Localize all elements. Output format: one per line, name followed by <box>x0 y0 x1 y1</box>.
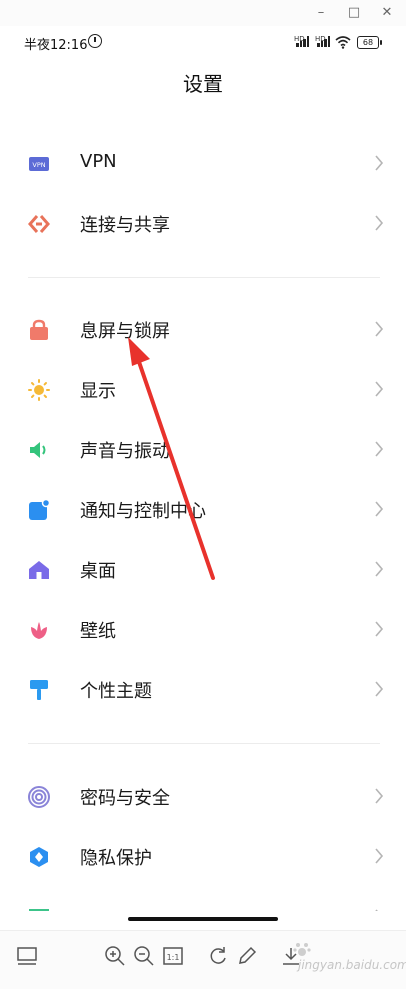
home-icon <box>29 561 49 579</box>
settings-row-privacy[interactable]: 隐私保护 <box>0 827 406 887</box>
settings-row-label: 密码与安全 <box>80 788 170 809</box>
connection-share-icon <box>28 215 50 233</box>
signal-icon <box>317 36 331 47</box>
baidu-paw-logo-icon <box>293 943 311 956</box>
svg-text:1:1: 1:1 <box>167 953 180 962</box>
watermark: jingyan.baidu.com <box>292 940 406 980</box>
settings-row-label: 通知与控制中心 <box>80 501 206 522</box>
settings-row-display[interactable]: 显示 <box>0 360 406 420</box>
chevron-right-icon <box>375 155 384 171</box>
status-time: 半夜12:16 <box>24 38 88 53</box>
chevron-right-icon <box>375 621 384 637</box>
settings-row-password-security[interactable]: 密码与安全 <box>0 767 406 827</box>
battery-icon: 68 <box>357 36 382 49</box>
settings-row-label: 隐私保护 <box>80 848 152 869</box>
partial-row-icon <box>29 909 49 911</box>
speaker-icon <box>30 442 46 458</box>
chevron-right-icon <box>375 381 384 397</box>
chevron-right-icon <box>375 681 384 697</box>
settings-row-vpn[interactable]: VPN VPN <box>0 134 406 194</box>
home-indicator[interactable] <box>128 917 278 921</box>
settings-row-connection-share[interactable]: 连接与共享 <box>0 194 406 254</box>
svg-text:VPN: VPN <box>32 161 45 169</box>
page-title: 设置 <box>183 72 223 96</box>
privacy-shield-icon <box>30 847 48 867</box>
notification-icon <box>29 499 50 520</box>
alarm-icon <box>88 34 102 48</box>
settings-row-partial[interactable] <box>0 887 406 911</box>
close-button[interactable]: ✕ <box>376 3 398 23</box>
section-divider <box>28 277 380 278</box>
vpn-icon: VPN <box>29 157 49 171</box>
minimize-button[interactable]: – <box>310 3 332 23</box>
settings-row-label: 壁纸 <box>80 621 116 642</box>
thumbnail-icon[interactable] <box>16 945 38 967</box>
flower-icon <box>31 622 47 639</box>
chevron-right-icon <box>375 321 384 337</box>
settings-row-label: 桌面 <box>80 561 116 582</box>
chevron-right-icon <box>375 441 384 457</box>
chevron-right-icon <box>375 848 384 864</box>
section-divider <box>28 743 380 744</box>
settings-row-label: 连接与共享 <box>80 215 170 236</box>
pencil-icon[interactable] <box>236 945 258 967</box>
zoom-in-icon[interactable] <box>104 945 126 967</box>
status-bar: 半夜12:16 HD HD 68 <box>0 26 406 58</box>
fingerprint-icon <box>28 786 50 808</box>
rotate-icon[interactable] <box>207 945 229 967</box>
maximize-button[interactable]: □ <box>343 3 365 23</box>
settings-row-wallpaper[interactable]: 壁纸 <box>0 600 406 660</box>
settings-row-desktop[interactable]: 桌面 <box>0 540 406 600</box>
settings-row-sound[interactable]: 声音与振动 <box>0 420 406 480</box>
brush-icon <box>30 680 48 700</box>
signal-icon <box>296 36 310 47</box>
settings-row-label: VPN <box>80 151 117 172</box>
settings-row-label: 显示 <box>80 381 116 402</box>
settings-row-label: 声音与振动 <box>80 441 170 462</box>
window-titlebar: – □ ✕ <box>0 0 406 26</box>
chevron-right-icon <box>375 501 384 517</box>
settings-row-label: 息屏与锁屏 <box>80 321 170 342</box>
zoom-out-icon[interactable] <box>133 945 155 967</box>
chevron-right-icon <box>375 561 384 577</box>
chevron-right-icon <box>375 909 378 911</box>
settings-row-label: 个性主题 <box>80 681 152 702</box>
chevron-right-icon <box>375 788 384 804</box>
actual-size-icon[interactable]: 1:1 <box>162 945 184 967</box>
chevron-right-icon <box>375 215 384 231</box>
settings-row-lock-screen[interactable]: 息屏与锁屏 <box>0 300 406 360</box>
watermark-text: jingyan.baidu.com <box>298 958 406 972</box>
wifi-icon <box>335 36 351 49</box>
sun-icon <box>28 379 50 401</box>
lock-icon <box>30 319 48 340</box>
settings-row-notifications[interactable]: 通知与控制中心 <box>0 480 406 540</box>
settings-row-themes[interactable]: 个性主题 <box>0 660 406 720</box>
